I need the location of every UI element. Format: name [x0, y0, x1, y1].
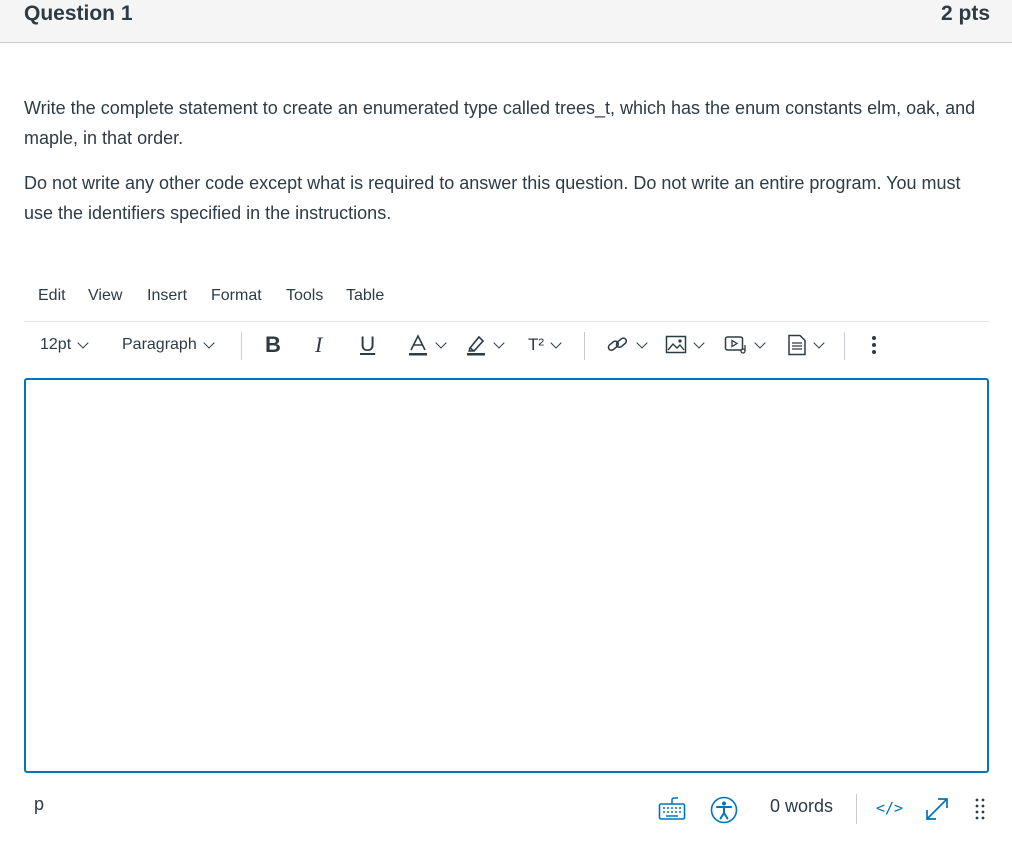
chevron-down-icon [693, 336, 705, 349]
chevron-down-icon [203, 336, 215, 349]
font-size-value: 12pt [40, 336, 72, 353]
rich-text-editor-area[interactable] [24, 378, 989, 773]
menu-table[interactable]: Table [346, 287, 384, 305]
image-icon [665, 335, 687, 354]
question-header: Question 1 2 pts [0, 0, 1012, 43]
more-button[interactable] [870, 326, 878, 364]
toolbar-divider [844, 332, 845, 360]
statusbar-divider [856, 794, 857, 824]
media-icon [724, 336, 746, 354]
more-icon [872, 336, 876, 354]
media-button[interactable] [724, 326, 766, 364]
menu-tools[interactable]: Tools [286, 287, 323, 305]
block-format-select[interactable]: Paragraph [122, 326, 215, 364]
question-paragraph-1: Write the complete statement to create a… [24, 98, 976, 148]
toolbar-divider [241, 332, 242, 360]
question-points: 2 pts [940, 2, 990, 25]
question-title: Question 1 [24, 2, 133, 25]
link-button[interactable] [606, 326, 648, 364]
element-path[interactable]: p [34, 794, 44, 815]
fullscreen-button[interactable] [924, 796, 950, 827]
keyboard-icon [658, 797, 686, 820]
font-size-select[interactable]: 12pt [40, 326, 89, 364]
fullscreen-icon [926, 798, 948, 820]
link-icon [607, 337, 628, 352]
editor-statusbar: p 0 words </> [24, 790, 989, 830]
menu-format[interactable]: Format [211, 287, 262, 305]
chevron-down-icon [493, 336, 505, 349]
toolbar-divider [584, 332, 585, 360]
resize-handle[interactable] [974, 797, 986, 828]
underline-icon: U [360, 333, 376, 356]
italic-button[interactable]: I [315, 326, 322, 364]
chevron-down-icon [435, 336, 447, 349]
accessibility-icon [710, 796, 738, 824]
editor-menubar: Edit View Insert Format Tools Table [24, 284, 989, 322]
highlight-button[interactable] [465, 326, 505, 364]
image-button[interactable] [665, 326, 705, 364]
question-paragraph-2: Do not write any other code except what … [24, 173, 961, 223]
document-icon [788, 334, 806, 356]
keyboard-shortcuts-button[interactable] [658, 795, 686, 828]
chevron-down-icon [77, 336, 89, 349]
bold-button[interactable]: B [265, 326, 281, 364]
word-count: 0 words [770, 796, 834, 816]
highlight-icon [467, 335, 485, 356]
menu-view[interactable]: View [88, 287, 122, 305]
bold-icon: B [265, 332, 281, 357]
chevron-down-icon [813, 336, 825, 349]
html-editor-toggle[interactable]: </> [876, 799, 903, 817]
italic-icon: I [315, 332, 323, 357]
menu-edit[interactable]: Edit [38, 287, 66, 305]
superscript-button[interactable]: T² [528, 326, 562, 364]
superscript-icon: T² [528, 335, 545, 354]
chevron-down-icon [754, 336, 766, 349]
chevron-down-icon [636, 336, 648, 349]
accessibility-checker-button[interactable] [710, 796, 738, 829]
resize-handle-icon [975, 798, 985, 820]
block-format-value: Paragraph [122, 336, 197, 353]
menu-insert[interactable]: Insert [147, 287, 187, 305]
document-button[interactable] [787, 326, 825, 364]
text-color-button[interactable] [407, 326, 447, 364]
text-color-icon [409, 334, 427, 356]
chevron-down-icon [550, 336, 562, 349]
editor-toolbar: 12pt Paragraph B I U T² [24, 326, 989, 366]
underline-button[interactable]: U [360, 326, 375, 364]
